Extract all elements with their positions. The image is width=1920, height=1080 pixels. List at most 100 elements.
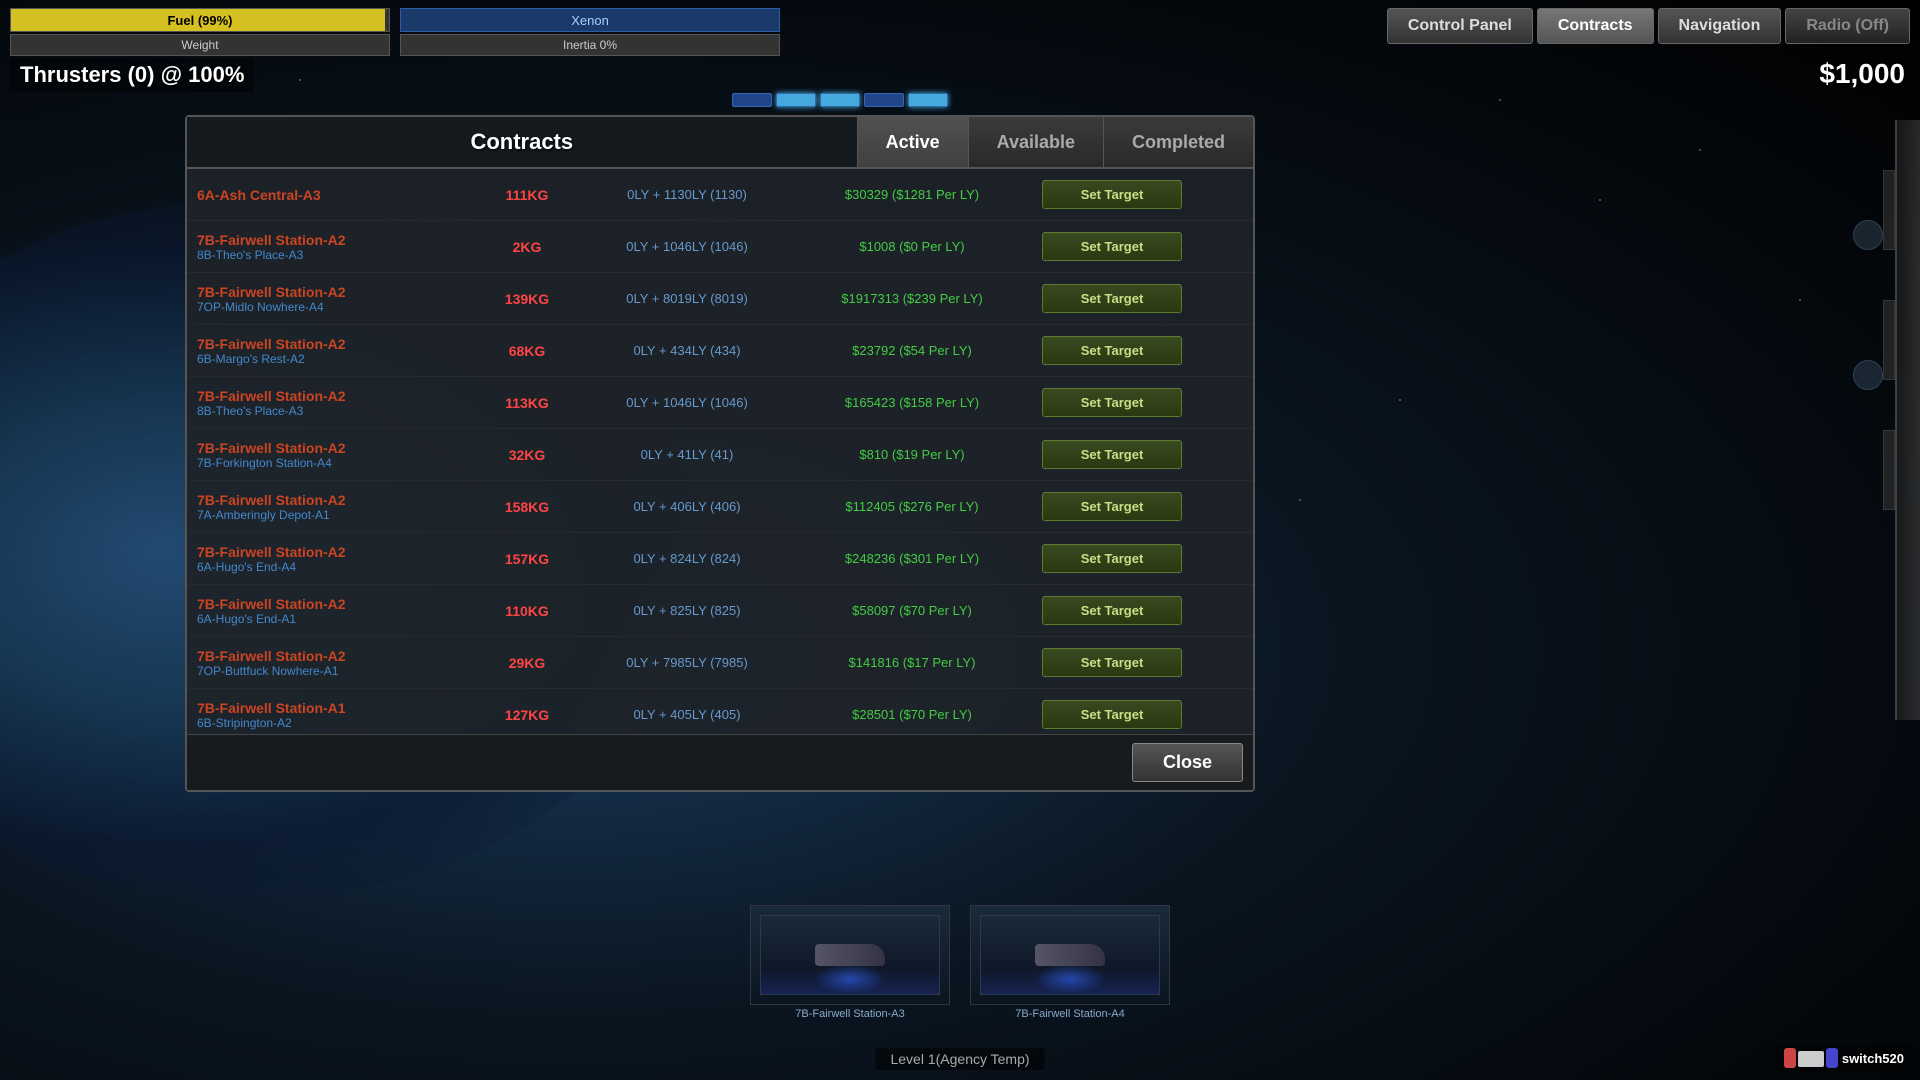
ship-box-1: 7B-Fairwell Station-A3	[750, 905, 950, 1020]
reward-cell: $112405 ($276 Per LY)	[797, 499, 1027, 514]
set-target-button[interactable]: Set Target	[1042, 440, 1182, 469]
action-cell: Set Target	[1027, 596, 1197, 625]
switch-screen	[1798, 1051, 1824, 1067]
xenon-bar: Xenon	[400, 8, 780, 32]
distance-cell: 0LY + 405LY (405)	[577, 707, 797, 722]
set-target-button[interactable]: Set Target	[1042, 336, 1182, 365]
station-info: 7B-Fairwell Station-A26A-Hugo's End-A1	[197, 596, 477, 626]
action-cell: Set Target	[1027, 284, 1197, 313]
fuel-bar: Fuel (99%)	[10, 8, 390, 32]
station-from: 7B-Fairwell Station-A2	[197, 596, 477, 612]
tab-active[interactable]: Active	[857, 117, 968, 167]
weight-cell: 139KG	[477, 291, 577, 307]
switch-logo: switch520	[1776, 1044, 1912, 1072]
station-info: 7B-Fairwell Station-A16B-Stripington-A2	[197, 700, 477, 730]
station-from: 7B-Fairwell Station-A2	[197, 284, 477, 300]
control-panel-button[interactable]: Control Panel	[1387, 8, 1533, 44]
navigation-button[interactable]: Navigation	[1658, 8, 1782, 44]
tab-available[interactable]: Available	[968, 117, 1103, 167]
top-hud: Fuel (99%) Weight Xenon Inertia 0% Contr…	[0, 0, 1920, 60]
reward-cell: $1917313 ($239 Per LY)	[797, 291, 1027, 306]
station-from: 7B-Fairwell Station-A1	[197, 700, 477, 716]
reward-cell: $23792 ($54 Per LY)	[797, 343, 1027, 358]
table-row: 7B-Fairwell Station-A27OP-Midlo Nowhere-…	[187, 273, 1253, 325]
bottom-area: 7B-Fairwell Station-A3 7B-Fairwell Stati…	[0, 880, 1920, 1080]
table-row: 6A-Ash Central-A3111KG0LY + 1130LY (1130…	[187, 169, 1253, 221]
action-cell: Set Target	[1027, 180, 1197, 209]
tab-completed[interactable]: Completed	[1103, 117, 1253, 167]
reward-cell: $30329 ($1281 Per LY)	[797, 187, 1027, 202]
money-display: $1,000	[1819, 58, 1905, 90]
ship-box-2: 7B-Fairwell Station-A4	[970, 905, 1170, 1020]
set-target-button[interactable]: Set Target	[1042, 232, 1182, 261]
distance-cell: 0LY + 434LY (434)	[577, 343, 797, 358]
hud-pip-4	[864, 93, 904, 107]
weight-label: Weight	[11, 35, 389, 55]
set-target-button[interactable]: Set Target	[1042, 284, 1182, 313]
xenon-label: Xenon	[401, 9, 779, 31]
station-to: 7OP-Midlo Nowhere-A4	[197, 300, 477, 314]
weight-cell: 158KG	[477, 499, 577, 515]
xenon-bar-container: Xenon Inertia 0%	[400, 8, 780, 56]
panel-header: Contracts Active Available Completed	[187, 117, 1253, 169]
station-from: 7B-Fairwell Station-A2	[197, 648, 477, 664]
table-row: 7B-Fairwell Station-A27B-Forkington Stat…	[187, 429, 1253, 481]
distance-cell: 0LY + 406LY (406)	[577, 499, 797, 514]
set-target-button[interactable]: Set Target	[1042, 388, 1182, 417]
contracts-button[interactable]: Contracts	[1537, 8, 1654, 44]
station-from: 6A-Ash Central-A3	[197, 187, 477, 203]
weight-cell: 32KG	[477, 447, 577, 463]
nav-buttons: Control Panel Contracts Navigation Radio…	[1387, 8, 1910, 44]
station-to: 7OP-Buttfuck Nowhere-A1	[197, 664, 477, 678]
distance-cell: 0LY + 824LY (824)	[577, 551, 797, 566]
reward-cell: $28501 ($70 Per LY)	[797, 707, 1027, 722]
station-from: 7B-Fairwell Station-A2	[197, 492, 477, 508]
weight-cell: 157KG	[477, 551, 577, 567]
station-info: 6A-Ash Central-A3	[197, 187, 477, 203]
hud-pip-1	[732, 93, 772, 107]
table-row: 7B-Fairwell Station-A16B-Stripington-A21…	[187, 689, 1253, 734]
set-target-button[interactable]: Set Target	[1042, 492, 1182, 521]
weight-bar: Weight	[10, 34, 390, 56]
close-button[interactable]: Close	[1132, 743, 1243, 782]
action-cell: Set Target	[1027, 440, 1197, 469]
weight-cell: 110KG	[477, 603, 577, 619]
station-info: 7B-Fairwell Station-A28B-Theo's Place-A3	[197, 388, 477, 418]
distance-cell: 0LY + 41LY (41)	[577, 447, 797, 462]
action-cell: Set Target	[1027, 544, 1197, 573]
station-to: 6B-Stripington-A2	[197, 716, 477, 730]
set-target-button[interactable]: Set Target	[1042, 700, 1182, 729]
reward-cell: $141816 ($17 Per LY)	[797, 655, 1027, 670]
inertia-bar: Inertia 0%	[400, 34, 780, 56]
weight-cell: 2KG	[477, 239, 577, 255]
station-info: 7B-Fairwell Station-A26B-Margo's Rest-A2	[197, 336, 477, 366]
hud-pip-2	[776, 93, 816, 107]
set-target-button[interactable]: Set Target	[1042, 648, 1182, 677]
distance-cell: 0LY + 825LY (825)	[577, 603, 797, 618]
radio-button[interactable]: Radio (Off)	[1785, 8, 1910, 44]
table-row: 7B-Fairwell Station-A28B-Theo's Place-A3…	[187, 221, 1253, 273]
hud-pip-3	[820, 93, 860, 107]
contracts-table: 6A-Ash Central-A3111KG0LY + 1130LY (1130…	[187, 169, 1253, 734]
close-btn-container: Close	[187, 734, 1253, 790]
action-cell: Set Target	[1027, 336, 1197, 365]
reward-cell: $58097 ($70 Per LY)	[797, 603, 1027, 618]
switch-text: switch520	[1842, 1051, 1904, 1066]
ship-visual-2	[970, 905, 1170, 1005]
action-cell: Set Target	[1027, 492, 1197, 521]
station-info: 7B-Fairwell Station-A27OP-Buttfuck Nowhe…	[197, 648, 477, 678]
switch-right-joycon	[1826, 1048, 1838, 1068]
set-target-button[interactable]: Set Target	[1042, 544, 1182, 573]
station-info: 7B-Fairwell Station-A28B-Theo's Place-A3	[197, 232, 477, 262]
distance-cell: 0LY + 1130LY (1130)	[577, 187, 797, 202]
contracts-rows: 6A-Ash Central-A3111KG0LY + 1130LY (1130…	[187, 169, 1253, 734]
set-target-button[interactable]: Set Target	[1042, 596, 1182, 625]
fuel-label: Fuel (99%)	[11, 9, 389, 31]
station-to: 7B-Forkington Station-A4	[197, 456, 477, 470]
action-cell: Set Target	[1027, 388, 1197, 417]
table-row: 7B-Fairwell Station-A28B-Theo's Place-A3…	[187, 377, 1253, 429]
action-cell: Set Target	[1027, 232, 1197, 261]
set-target-button[interactable]: Set Target	[1042, 180, 1182, 209]
action-cell: Set Target	[1027, 700, 1197, 729]
station-info: 7B-Fairwell Station-A27OP-Midlo Nowhere-…	[197, 284, 477, 314]
